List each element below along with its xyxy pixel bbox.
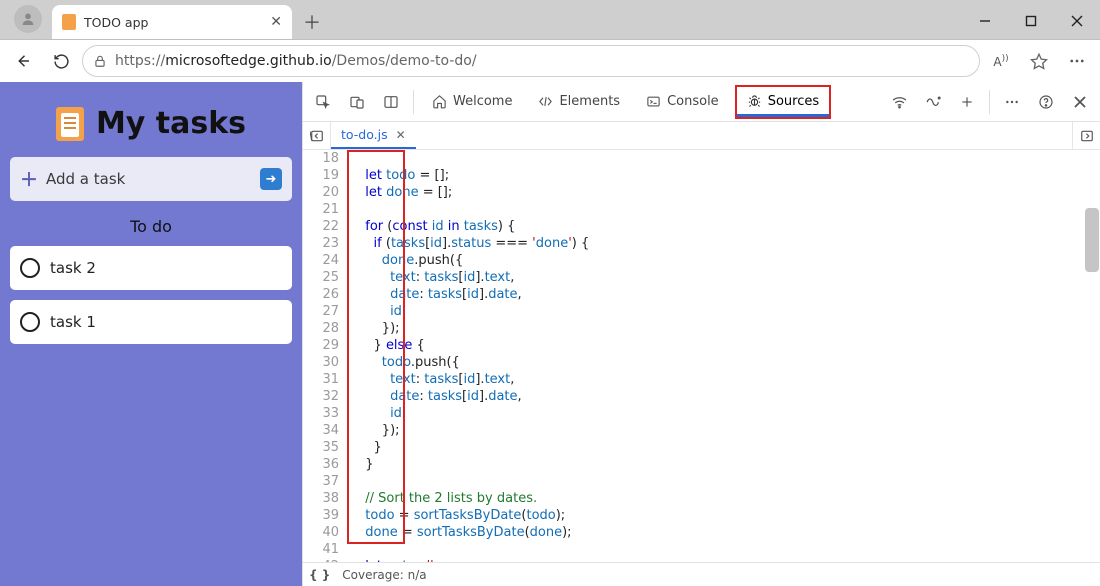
close-window-button[interactable] <box>1054 3 1100 39</box>
window-controls <box>962 3 1100 39</box>
dock-side-icon[interactable] <box>375 86 407 118</box>
tab-sources[interactable]: Sources <box>735 85 831 119</box>
task-label: task 2 <box>50 259 96 277</box>
network-conditions-icon[interactable] <box>883 86 915 118</box>
clipboard-icon <box>56 107 84 141</box>
tab-title: TODO app <box>84 15 148 30</box>
minimize-button[interactable] <box>962 3 1008 39</box>
plus-icon: ＋ <box>20 166 38 192</box>
help-icon[interactable] <box>1030 86 1062 118</box>
performance-icon[interactable] <box>917 86 949 118</box>
browser-toolbar: https://microsoftedge.github.io/Demos/de… <box>0 40 1100 82</box>
task-label: task 1 <box>50 313 96 331</box>
section-heading-todo: To do <box>10 217 292 236</box>
console-icon <box>646 94 661 109</box>
browser-menu-button[interactable] <box>1060 44 1094 78</box>
address-bar[interactable]: https://microsoftedge.github.io/Demos/de… <box>82 45 980 77</box>
read-aloud-button[interactable]: A)) <box>984 44 1018 78</box>
inspect-element-icon[interactable] <box>307 86 339 118</box>
browser-tab-strip: TODO app ✕ ＋ <box>0 0 1100 40</box>
url-text: https://microsoftedge.github.io/Demos/de… <box>115 53 477 69</box>
devtools-status-bar: { } Coverage: n/a <box>303 562 1100 586</box>
tab-console[interactable]: Console <box>634 82 731 122</box>
show-navigator-icon[interactable] <box>303 122 331 149</box>
scrollbar[interactable] <box>1085 150 1099 562</box>
bug-icon <box>747 94 762 109</box>
new-tab-button[interactable]: ＋ <box>298 8 326 36</box>
device-toolbar-icon[interactable] <box>341 86 373 118</box>
devtools-toolbar: Welcome Elements Console Sources <box>303 82 1100 122</box>
file-tab-strip: to-do.js ✕ <box>303 122 1100 150</box>
tab-welcome[interactable]: Welcome <box>420 82 524 122</box>
close-tab-icon[interactable]: ✕ <box>270 14 282 30</box>
add-tab-icon[interactable] <box>951 86 983 118</box>
lock-icon <box>93 54 107 68</box>
code-icon <box>538 94 553 109</box>
pretty-print-icon[interactable]: { } <box>309 568 330 582</box>
more-tools-icon[interactable] <box>996 86 1028 118</box>
tab-elements[interactable]: Elements <box>526 82 632 122</box>
devtools-panel: Welcome Elements Console Sources <box>302 82 1100 586</box>
close-devtools-icon[interactable] <box>1064 86 1096 118</box>
file-tab[interactable]: to-do.js ✕ <box>331 122 416 149</box>
app-panel: My tasks ＋ Add a task ➜ To do task 2 tas… <box>0 82 302 586</box>
maximize-button[interactable] <box>1008 3 1054 39</box>
close-file-icon[interactable]: ✕ <box>396 128 406 142</box>
refresh-button[interactable] <box>44 44 78 78</box>
show-debugger-icon[interactable] <box>1072 122 1100 149</box>
app-header: My tasks <box>10 92 292 147</box>
favicon-icon <box>62 14 76 30</box>
add-task-input[interactable]: ＋ Add a task ➜ <box>10 157 292 201</box>
checkbox-icon[interactable] <box>20 258 40 278</box>
browser-tab[interactable]: TODO app ✕ <box>52 5 292 39</box>
checkbox-icon[interactable] <box>20 312 40 332</box>
submit-task-button[interactable]: ➜ <box>260 168 282 190</box>
app-title: My tasks <box>96 106 246 141</box>
task-item[interactable]: task 2 <box>10 246 292 290</box>
task-item[interactable]: task 1 <box>10 300 292 344</box>
back-button[interactable] <box>6 44 40 78</box>
add-task-placeholder: Add a task <box>46 170 125 188</box>
favorite-button[interactable] <box>1022 44 1056 78</box>
code-editor[interactable]: 1819 let todo = [];20 let done = [];2122… <box>303 150 1100 562</box>
profile-avatar[interactable] <box>14 5 42 33</box>
coverage-status: Coverage: n/a <box>342 568 426 582</box>
home-icon <box>432 94 447 109</box>
